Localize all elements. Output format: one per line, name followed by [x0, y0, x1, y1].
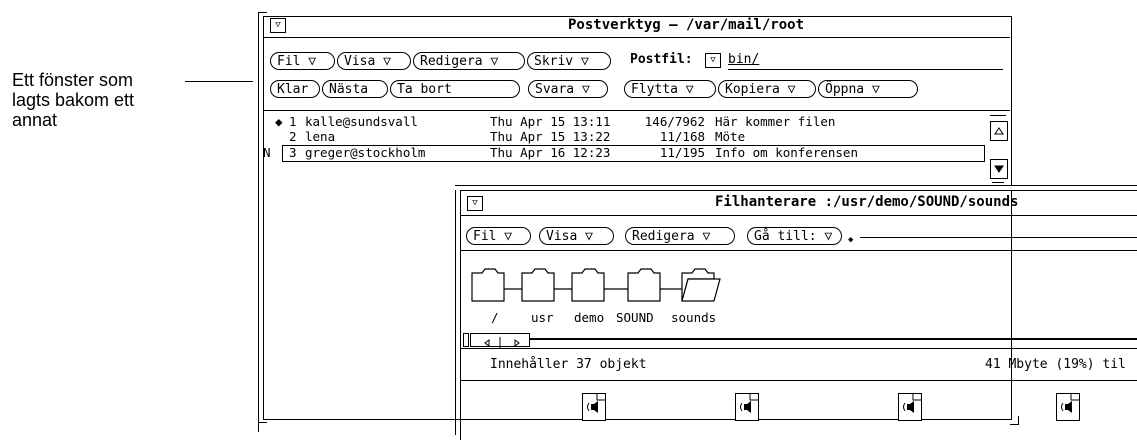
message-size: 146/7962: [644, 114, 705, 129]
message-subject: Här kommer filen: [715, 114, 836, 129]
scrollbar-cable-bottom: [992, 182, 1004, 183]
window-title: Filhanterare :/usr/demo/SOUND/sounds: [715, 194, 1019, 210]
redigera-menu-button[interactable]: Redigera ▽: [625, 227, 735, 245]
message-date: Thu Apr 15 13:22: [490, 129, 611, 144]
message-sender: lena: [305, 129, 336, 144]
sound-file-icon[interactable]: [735, 393, 759, 421]
nasta-button[interactable]: Nästa: [322, 80, 388, 98]
postfil-input[interactable]: bin/: [728, 52, 759, 67]
callout-text: Ett fönster som lagts bakom ett annat: [12, 70, 192, 130]
message-row[interactable]: ◆ 1 kalle@sundsvall Thu Apr 15 13:11 146/796…: [263, 114, 835, 129]
path-folder-usr[interactable]: usr: [531, 310, 554, 325]
callout-line: Ett fönster som: [12, 70, 134, 90]
sound-file-icon[interactable]: [582, 393, 606, 421]
title-divider: [460, 215, 1137, 216]
input-caret-icon: ◆: [848, 235, 854, 245]
postfil-underline: [728, 69, 1003, 70]
status-divider-top: [460, 348, 1137, 349]
ta-bort-button[interactable]: Ta bort: [390, 80, 520, 98]
sound-file-icon[interactable]: [898, 393, 922, 421]
window-border-left: [455, 185, 456, 435]
klar-button[interactable]: Klar: [270, 80, 320, 98]
toolbar-divider: [460, 250, 1137, 251]
message-scrollbar[interactable]: [988, 112, 1008, 187]
window-title: Postverktyg – /var/mail/root: [568, 17, 805, 33]
disk-usage-status: 41 Mbyte (19%) til: [985, 357, 1126, 372]
scrollbar-end-cap: [463, 333, 469, 347]
ga-till-menu-button[interactable]: Gå till: ▽: [747, 227, 842, 245]
oppna-menu-button[interactable]: Öppna ▽: [818, 80, 918, 98]
message-sender: kalle@sundsvall: [305, 114, 418, 129]
window-frame-top: [460, 190, 1137, 191]
message-row[interactable]: 2 lena Thu Apr 15 13:22 11/168 Möte: [263, 129, 745, 144]
path-folder-demo[interactable]: demo: [574, 310, 604, 325]
path-folder-icons[interactable]: [470, 265, 790, 309]
object-count-status: Innehåller 37 objekt: [490, 357, 647, 372]
message-flag: N: [263, 145, 271, 160]
postfil-label: Postfil:: [630, 52, 693, 67]
message-date: Thu Apr 15 13:11: [490, 114, 611, 129]
current-message-marker: ◆: [275, 114, 283, 129]
title-divider: [263, 37, 1010, 38]
postfil-menu-button[interactable]: ▽: [705, 53, 721, 68]
callout-line: lagts bakom ett: [12, 90, 135, 110]
kopiera-menu-button[interactable]: Kopiera ▽: [718, 80, 816, 98]
scroll-elevator[interactable]: [470, 333, 530, 349]
window-border-left: [258, 12, 259, 432]
window-menu-button[interactable]: ▽: [467, 196, 483, 211]
scroll-up-icon[interactable]: [990, 121, 1008, 141]
scroll-down-icon[interactable]: [990, 159, 1008, 179]
goto-input-line[interactable]: [860, 237, 1137, 238]
path-pane[interactable]: / usr demo SOUND sounds: [460, 253, 1137, 333]
message-subject: Möte: [715, 129, 746, 144]
path-folder-root[interactable]: /: [491, 310, 499, 325]
message-size: 11/168: [659, 129, 705, 144]
callout-line: annat: [12, 110, 58, 130]
sound-file-icon[interactable]: [1056, 393, 1080, 421]
visa-menu-button[interactable]: Visa ▽: [539, 227, 614, 245]
path-folder-sounds[interactable]: sounds: [671, 310, 716, 325]
header-divider: [263, 110, 1010, 111]
flytta-menu-button[interactable]: Flytta ▽: [624, 80, 716, 98]
visa-menu-button[interactable]: Visa ▽: [337, 52, 411, 70]
redigera-menu-button[interactable]: Redigera ▽: [413, 52, 525, 70]
fil-menu-button[interactable]: Fil ▽: [270, 52, 335, 70]
path-scrollbar[interactable]: [460, 333, 1137, 349]
file-window[interactable]: ▽ Filhanterare :/usr/demo/SOUND/sounds F…: [455, 185, 1137, 440]
path-folder-sound[interactable]: SOUND: [616, 310, 654, 325]
message-list[interactable]: ◆ 1 kalle@sundsvall Thu Apr 15 13:11 146/796…: [263, 112, 988, 187]
message-number: 2: [289, 129, 297, 144]
scrollbar-cable-top: [990, 115, 1006, 116]
callout-leader-line: [185, 81, 253, 82]
message-number: 1: [289, 114, 297, 129]
svara-menu-button[interactable]: Svara ▽: [528, 80, 608, 98]
scrollbar-track[interactable]: [530, 338, 1137, 340]
fil-menu-button[interactable]: Fil ▽: [466, 227, 531, 245]
skriv-menu-button[interactable]: Skriv ▽: [527, 52, 611, 70]
status-divider-bottom: [460, 380, 1137, 381]
window-outer-top: [455, 185, 1137, 190]
window-menu-button[interactable]: ▽: [270, 18, 286, 33]
selected-message-box: [282, 145, 985, 162]
